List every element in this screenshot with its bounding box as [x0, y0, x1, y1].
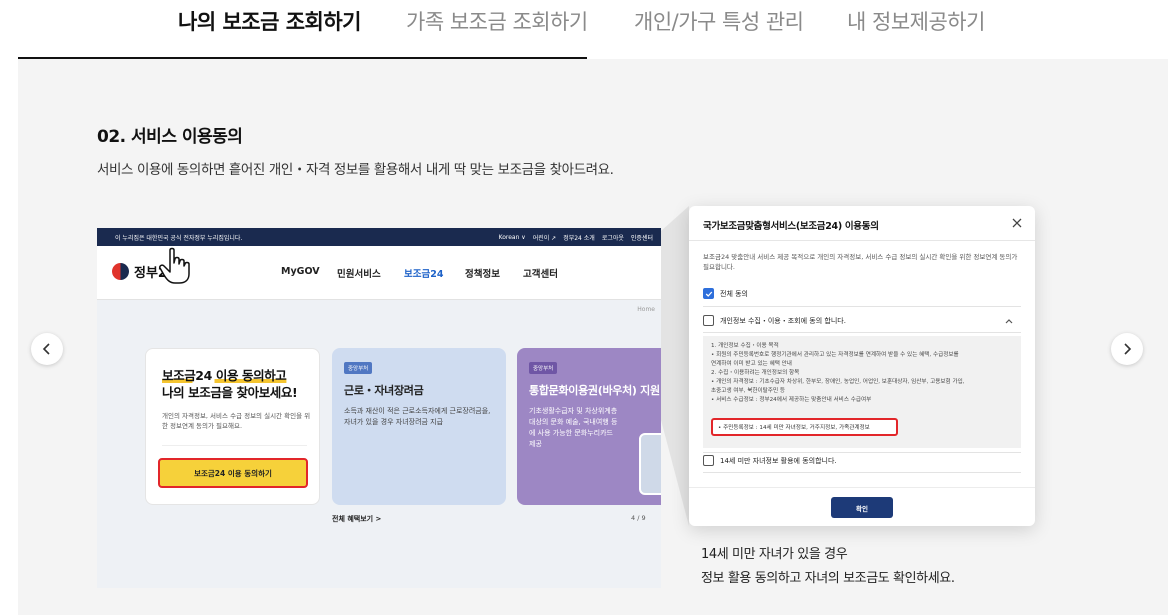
modal-divider — [703, 332, 1021, 333]
tab-my-subsidy[interactable]: 나의 보조금 조회하기 — [178, 6, 362, 36]
benefit-card-work-child[interactable]: 중앙부처 근로・자녀장려금 소득과 재산이 적은 근로소득자에게 근로장려금을,… — [332, 348, 506, 505]
agree-collect-label: 개인정보 수집・이용・조회에 동의 합니다. — [720, 316, 846, 325]
card-desc: 기초생활수급자 및 차상위계층 대상의 문화 예술, 국내여행 등에 사용 가능… — [529, 407, 618, 448]
consent-detail-box: 1. 개인정보 수집・이용 목적 • 회원의 주민등록번호로 행정기관에서 관리… — [703, 336, 1021, 448]
consent-title-line1: 보조금24 이용 동의하고 — [162, 368, 287, 383]
modal-divider — [703, 472, 1021, 473]
modal-footer-divider — [689, 487, 1035, 488]
detail-line: 연계하여 이미 받고 있는 혜택 안내 — [711, 361, 792, 367]
consent-card-desc: 개인의 자격정보, 서비스 수급 정보의 실시간 확인을 위한 정보연계 동의가… — [162, 412, 311, 430]
section-description: 서비스 이용에 동의하면 흩어진 개인・자격 정보를 활용해서 내게 딱 맞는 … — [97, 162, 614, 178]
modal-intro: 보조금24 맞춤안내 서비스 제공 목적으로 개인의 자격정보, 서비스 수급 … — [703, 253, 1018, 271]
gov-notice-text: 이 누리집은 대한민국 공식 전자정부 누리집입니다. — [115, 234, 243, 242]
agree-child-label: 14세 미만 자녀정보 활용에 동의합니다. — [720, 456, 837, 465]
card-badge: 중앙부처 — [529, 362, 558, 374]
highlighted-resident-info: • 주민등록정보 : 14세 미만 자녀정보, 거주지정보, 가족관계정보 — [711, 418, 898, 436]
gnb-mygov[interactable]: MyGOV — [281, 266, 320, 277]
card-badge: 중앙부처 — [344, 362, 373, 374]
agree-all-checkbox[interactable]: 전체 동의 — [703, 288, 748, 299]
detail-line: 초중고생 여부, 북한이탈주민 등 — [711, 388, 786, 394]
modal-title: 국가보조금맞춤형서비스(보조금24) 이용동의 — [703, 221, 879, 232]
confirm-button[interactable]: 확인 — [831, 497, 893, 518]
consent-agree-button[interactable]: 보조금24 이용 동의하기 — [158, 458, 308, 488]
card-title: 통합문화이용권(바우처) 지원 — [529, 384, 660, 397]
tab-family-subsidy[interactable]: 가족 보조금 조회하기 — [406, 6, 588, 36]
detail-line: 2. 수집・이용하려는 개인정보의 항목 — [711, 370, 800, 376]
tab-household-traits[interactable]: 개인/가구 특성 관리 — [634, 6, 804, 36]
gnb-customer[interactable]: 고객센터 — [523, 266, 558, 280]
caption-line2: 정보 활용 동의하고 자녀의 보조금도 확인하세요. — [701, 571, 955, 586]
card-desc: 소득과 재산이 적은 근로소득자에게 근로장려금을, 자녀가 있을 경우 자녀장… — [344, 407, 491, 426]
taegeuk-logo-icon — [112, 263, 129, 280]
gov-utility-links: Korean ∨ 어린이 ↗ 정부24 소개 로그아웃 인증센터 — [499, 228, 653, 246]
agree-child-checkbox[interactable]: 14세 미만 자녀정보 활용에 동의합니다. — [703, 455, 837, 466]
modal-divider — [703, 452, 1021, 453]
util-link-about[interactable]: 정부24 소개 — [563, 233, 595, 242]
card-title: 근로・자녀장려금 — [344, 384, 424, 397]
modal-divider — [703, 306, 1021, 307]
carousel-next-button[interactable] — [1111, 333, 1143, 365]
util-link-kids[interactable]: 어린이 ↗ — [533, 233, 557, 242]
section-title: 02. 서비스 이용동의 — [97, 127, 243, 147]
phone-illustration-icon — [639, 433, 661, 495]
detail-line: • 서비스 수급정보 : 정부24에서 제공하는 맞춤안내 서비스 수급여부 — [711, 397, 872, 403]
agree-collect-checkbox[interactable]: 개인정보 수집・이용・조회에 동의 합니다. — [703, 315, 846, 326]
pointer-hand-icon — [159, 247, 190, 284]
detail-line: • 회원의 주민등록번호로 행정기관에서 관리하고 있는 자격정보를 연계하여 … — [711, 352, 959, 358]
chevron-up-icon[interactable] — [1004, 316, 1014, 326]
util-link-logout[interactable]: 로그아웃 — [602, 233, 624, 242]
consent-card: 보조금24 이용 동의하고 나의 보조금을 찾아보세요! 개인의 자격정보, 서… — [145, 348, 320, 505]
detail-line: • 개인의 자격정보 : 기초수급자 차상위, 한부모, 장애인, 농업인, 어… — [711, 379, 965, 385]
gnb-subsidy24[interactable]: 보조금24 — [404, 266, 443, 280]
gnb-civil-service[interactable]: 민원서비스 — [337, 266, 381, 280]
consent-modal: 국가보조금맞춤형서비스(보조금24) 이용동의 보조금24 맞춤안내 서비스 제… — [689, 206, 1035, 526]
util-link-cert[interactable]: 인증센터 — [631, 233, 653, 242]
tab-provide-info[interactable]: 내 정보제공하기 — [847, 6, 985, 36]
breadcrumb[interactable]: Home — [637, 306, 655, 313]
child-info-caption: 14세 미만 자녀가 있을 경우 정보 활용 동의하고 자녀의 보조금도 확인하… — [701, 543, 955, 591]
detail-line: 1. 개인정보 수집・이용 목적 — [711, 343, 779, 349]
chevron-left-icon — [42, 343, 50, 355]
language-select[interactable]: Korean ∨ — [499, 234, 526, 241]
caption-line1: 14세 미만 자녀가 있을 경우 — [701, 547, 848, 562]
agree-all-label: 전체 동의 — [720, 289, 748, 298]
consent-title-line2: 나의 보조금을 찾아보세요! — [162, 385, 298, 400]
checkbox-checked-icon — [703, 288, 714, 299]
checkbox-empty-icon — [703, 315, 714, 326]
checkbox-empty-icon — [703, 455, 714, 466]
carousel-prev-button[interactable] — [31, 333, 63, 365]
chevron-right-icon — [1124, 343, 1132, 355]
carousel-pager: 4 / 9 — [631, 514, 646, 522]
consent-card-title: 보조금24 이용 동의하고 나의 보조금을 찾아보세요! — [162, 367, 298, 401]
gnb-policy[interactable]: 정책정보 — [465, 266, 500, 280]
all-benefits-link[interactable]: 전체 혜택보기 > — [332, 514, 381, 524]
benefit-card-culture-voucher[interactable]: 중앙부처 통합문화이용권(바우처) 지원 기초생활수급자 및 차상위계층 대상의… — [517, 348, 661, 505]
modal-header-divider — [689, 240, 1035, 241]
tab-bar: 나의 보조금 조회하기 가족 보조금 조회하기 개인/가구 특성 관리 내 정보… — [0, 0, 1168, 59]
gov-notice-bar: 이 누리집은 대한민국 공식 전자정부 누리집입니다. Korean ∨ 어린이… — [97, 228, 661, 246]
consent-card-divider — [162, 445, 307, 446]
close-icon[interactable] — [1011, 217, 1023, 229]
